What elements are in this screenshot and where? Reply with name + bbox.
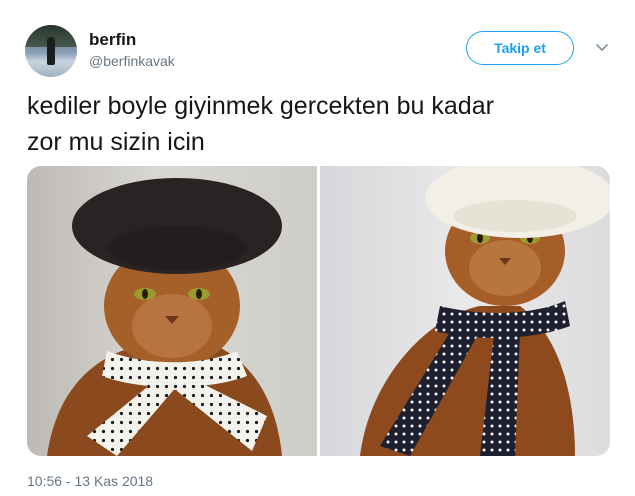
media-photo-2[interactable] xyxy=(320,166,610,456)
author-avatar[interactable] xyxy=(25,25,77,77)
follow-button[interactable]: Takip et xyxy=(466,31,574,65)
tweet-text-line-2: zor mu sizin icin xyxy=(27,128,205,156)
media-gallery xyxy=(27,166,610,456)
author-handle[interactable]: @berfinkavak xyxy=(89,53,175,69)
tweet-text: kediler boyle giyinmek gercekten bu kada… xyxy=(27,88,617,160)
tweet-timestamp[interactable]: 10:56 - 13 Kas 2018 xyxy=(27,473,153,489)
cat-black-beret-photo-icon xyxy=(47,178,282,456)
cat-white-beret-photo-icon xyxy=(360,166,610,456)
chevron-down-icon[interactable] xyxy=(594,40,610,56)
media-photo-1[interactable] xyxy=(27,166,317,456)
tweet-text-line-1: kediler boyle giyinmek gercekten bu kada… xyxy=(27,92,494,120)
avatar-person xyxy=(47,37,55,65)
author-display-name[interactable]: berfin xyxy=(89,30,136,50)
